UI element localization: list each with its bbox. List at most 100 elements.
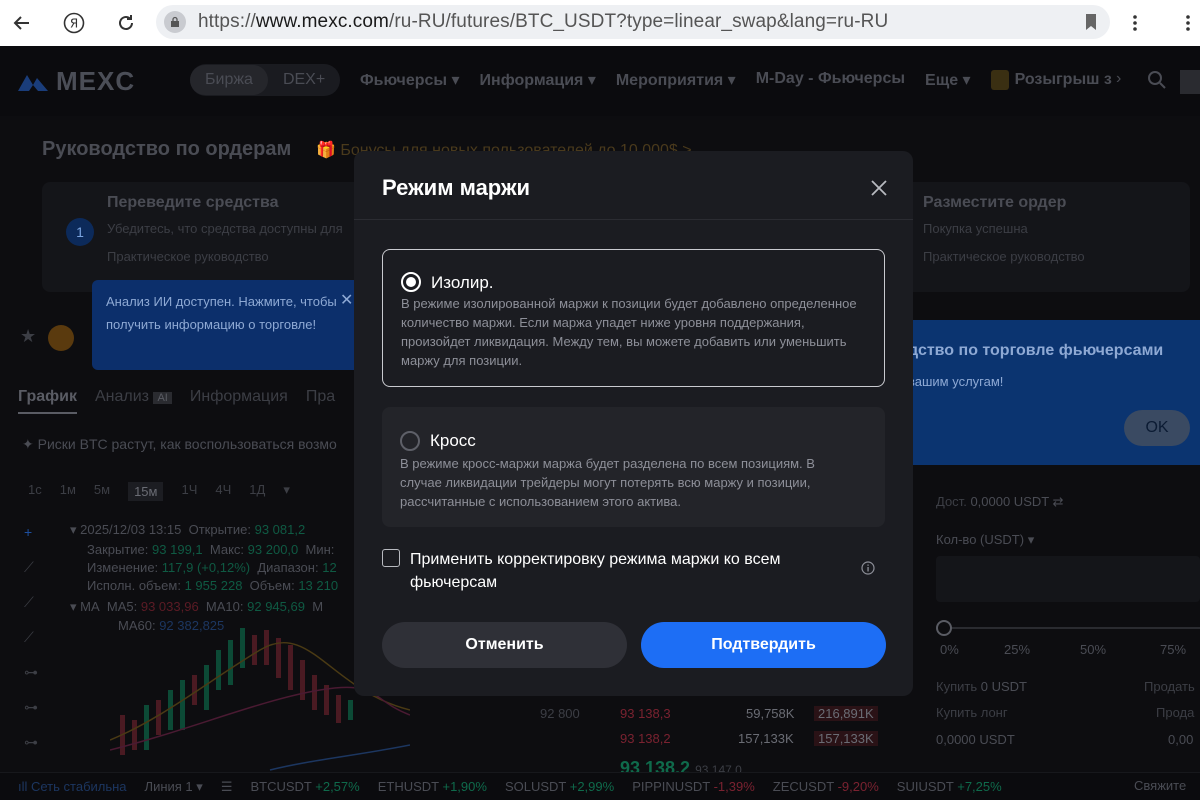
step1-title: Переведите средства	[107, 194, 279, 211]
chevron-right-icon[interactable]: ›	[1116, 70, 1121, 88]
channel-icon[interactable]: ⟋	[24, 629, 42, 647]
price-axis-label: 92 800	[540, 706, 580, 721]
exchange-switch[interactable]: Биржа DEX+	[190, 64, 341, 96]
available-balance: Дост. 0,0000 USDT ⇄	[936, 494, 1064, 509]
interval-4h[interactable]: 4Ч	[215, 482, 231, 501]
bookmark-icon[interactable]	[1084, 13, 1098, 36]
slider-thumb[interactable]	[936, 620, 952, 636]
ticker-item[interactable]: BTCUSDT +2,57%	[250, 779, 359, 794]
apply-all-label[interactable]: Применить корректировку режима маржи ко …	[410, 548, 810, 594]
interval-1d[interactable]: 1Д	[249, 482, 265, 501]
ai-tip: Анализ ИИ доступен. Нажмите, чтобы получ…	[92, 280, 362, 370]
ticker-bar: ıll Сеть стабильна Линия 1 ▾ ☰ BTCUSDT +…	[0, 772, 1200, 800]
tab-chart[interactable]: График	[18, 388, 77, 414]
risk-banner[interactable]: ✦ Риски BTC растут, как воспользоваться …	[22, 436, 337, 453]
ticker-status[interactable]: ıll Сеть стабильна	[18, 779, 127, 794]
apply-all-checkbox[interactable]	[382, 549, 400, 567]
transfer-icon[interactable]: ⇄	[1053, 494, 1064, 509]
trendline-icon[interactable]: ⟋	[24, 559, 42, 577]
tab-info[interactable]: Информация	[190, 388, 288, 414]
menu-icon-2[interactable]	[1168, 3, 1200, 43]
yandex-icon[interactable]: Я	[54, 3, 94, 43]
long-amount: 0,0000 USDT	[936, 732, 1015, 747]
ray-icon[interactable]: ⟋	[24, 594, 42, 612]
menu-icon[interactable]	[1115, 3, 1155, 43]
percent-slider[interactable]	[936, 620, 1200, 636]
banner-subtitle: вашим услугам!	[908, 374, 1004, 389]
search-icon[interactable]	[1147, 70, 1167, 95]
mexc-logo[interactable]: MEXC	[16, 66, 135, 97]
interval-more[interactable]: ▾	[283, 482, 290, 501]
orderbook-row[interactable]: 93 138,3 59,758K 216,891K	[620, 706, 878, 721]
fib-icon[interactable]: ⊶	[24, 699, 42, 717]
gift-icon	[990, 70, 1009, 90]
modal-divider	[354, 219, 913, 220]
nav-more[interactable]: Еще ▾	[925, 70, 971, 90]
short-amount: 0,00	[1168, 732, 1194, 747]
step3-title: Разместите ордер	[923, 194, 1067, 211]
confirm-button[interactable]: Подтвердить	[641, 622, 886, 668]
logo-text: MEXC	[56, 66, 136, 96]
svg-text:Я: Я	[70, 17, 78, 31]
apply-all-row: Применить корректировку режима маржи ко …	[382, 548, 885, 596]
interval-1s[interactable]: 1с	[28, 482, 42, 501]
nav-events[interactable]: Мероприятия ▾	[616, 70, 736, 90]
option-isolated-label: Изолир.	[431, 273, 494, 292]
ma-line-1: ▾ MA MA5: 93 033,96 MA10: 92 945,69 M	[70, 599, 324, 614]
ai-risk-icon: ✦	[22, 436, 38, 452]
option-isolated-desc: В режиме изолированной маржи к позиции б…	[401, 296, 857, 368]
ma10-line	[110, 686, 410, 751]
option-isolated[interactable]: Изолир. В режиме изолированной маржи к п…	[382, 249, 885, 387]
lock-icon[interactable]	[164, 11, 186, 33]
pill-dex[interactable]: DEX+	[268, 71, 340, 89]
nav-giveaway[interactable]: Розыгрыш з	[990, 70, 1112, 90]
ticker-contact[interactable]: Свяжите	[1134, 778, 1200, 793]
pill-exchange[interactable]: Биржа	[190, 65, 268, 95]
buy-long-label: Купить лонг	[936, 705, 1008, 720]
tab-analysis-label: Анализ	[94, 388, 149, 405]
ohlc-line-2: Закрытие: 93 199,1 Макс: 93 200,0 Мин:	[87, 542, 335, 557]
option-cross[interactable]: Кросс В режиме кросс-маржи маржа будет р…	[382, 407, 885, 527]
ma60-line	[269, 744, 410, 771]
interval-15m[interactable]: 15м	[128, 482, 164, 501]
measure-icon[interactable]: ⊶	[24, 734, 42, 752]
interval-1h[interactable]: 1Ч	[181, 482, 197, 501]
horizontal-line-icon[interactable]: ⊶	[24, 664, 42, 682]
url-text[interactable]: https://www.mexc.com/ru-RU/futures/BTC_U…	[198, 11, 888, 33]
ohlc-line-3: Изменение: 117,9 (+0,12%) Диапазон: 12	[87, 560, 337, 575]
tab-rules[interactable]: Пра	[306, 388, 335, 414]
qty-input[interactable]	[936, 556, 1200, 602]
interval-1m[interactable]: 1м	[60, 482, 76, 501]
step1-link[interactable]: Практическое руководство	[107, 249, 269, 264]
nav-links: Фьючерсы ▾ Информация ▾ Мероприятия ▾ M-…	[360, 70, 1112, 90]
candles	[120, 628, 353, 755]
favorite-star-icon[interactable]: ★	[20, 326, 36, 347]
ticker-grid-icon[interactable]: ☰	[221, 779, 233, 795]
address-bar[interactable]: https://www.mexc.com/ru-RU/futures/BTC_U…	[156, 5, 1110, 39]
ticker-line[interactable]: Линия 1 ▾	[145, 779, 203, 795]
ticker-item[interactable]: ZECUSDT -9,20%	[773, 779, 879, 794]
crosshair-icon[interactable]: +	[24, 524, 42, 542]
orderbook-row[interactable]: 93 138,2 157,133K 157,133K	[620, 731, 878, 746]
ai-tip-close-icon[interactable]: ✕	[340, 290, 353, 310]
qty-label[interactable]: Кол-во (USDT) ▾	[936, 532, 1034, 548]
close-icon[interactable]	[869, 178, 889, 198]
ticker-item[interactable]: ETHUSDT +1,90%	[378, 779, 487, 794]
cancel-button[interactable]: Отменить	[382, 622, 627, 668]
ticker-item[interactable]: SUIUSDT +7,25%	[897, 779, 1002, 794]
ticker-item[interactable]: SOLUSDT +2,99%	[505, 779, 614, 794]
radio-cross[interactable]	[400, 431, 420, 451]
nav-mday[interactable]: M-Day - Фьючерсы	[756, 70, 905, 90]
step3-link[interactable]: Практическое руководство	[923, 249, 1085, 264]
tab-analysis[interactable]: Анализ AI	[95, 388, 172, 414]
nav-futures[interactable]: Фьючерсы ▾	[360, 70, 460, 90]
radio-isolated[interactable]	[401, 272, 421, 292]
nav-info[interactable]: Информация ▾	[480, 70, 596, 90]
buy-amount: Купить 0 USDT	[936, 679, 1027, 694]
back-icon[interactable]	[2, 3, 42, 43]
ticker-item[interactable]: PIPPINUSDT -1,39%	[632, 779, 755, 794]
banner-ok-button[interactable]: OK	[1124, 410, 1190, 446]
info-icon[interactable]	[861, 561, 875, 575]
reload-icon[interactable]	[106, 3, 146, 43]
interval-5m[interactable]: 5м	[94, 482, 110, 501]
